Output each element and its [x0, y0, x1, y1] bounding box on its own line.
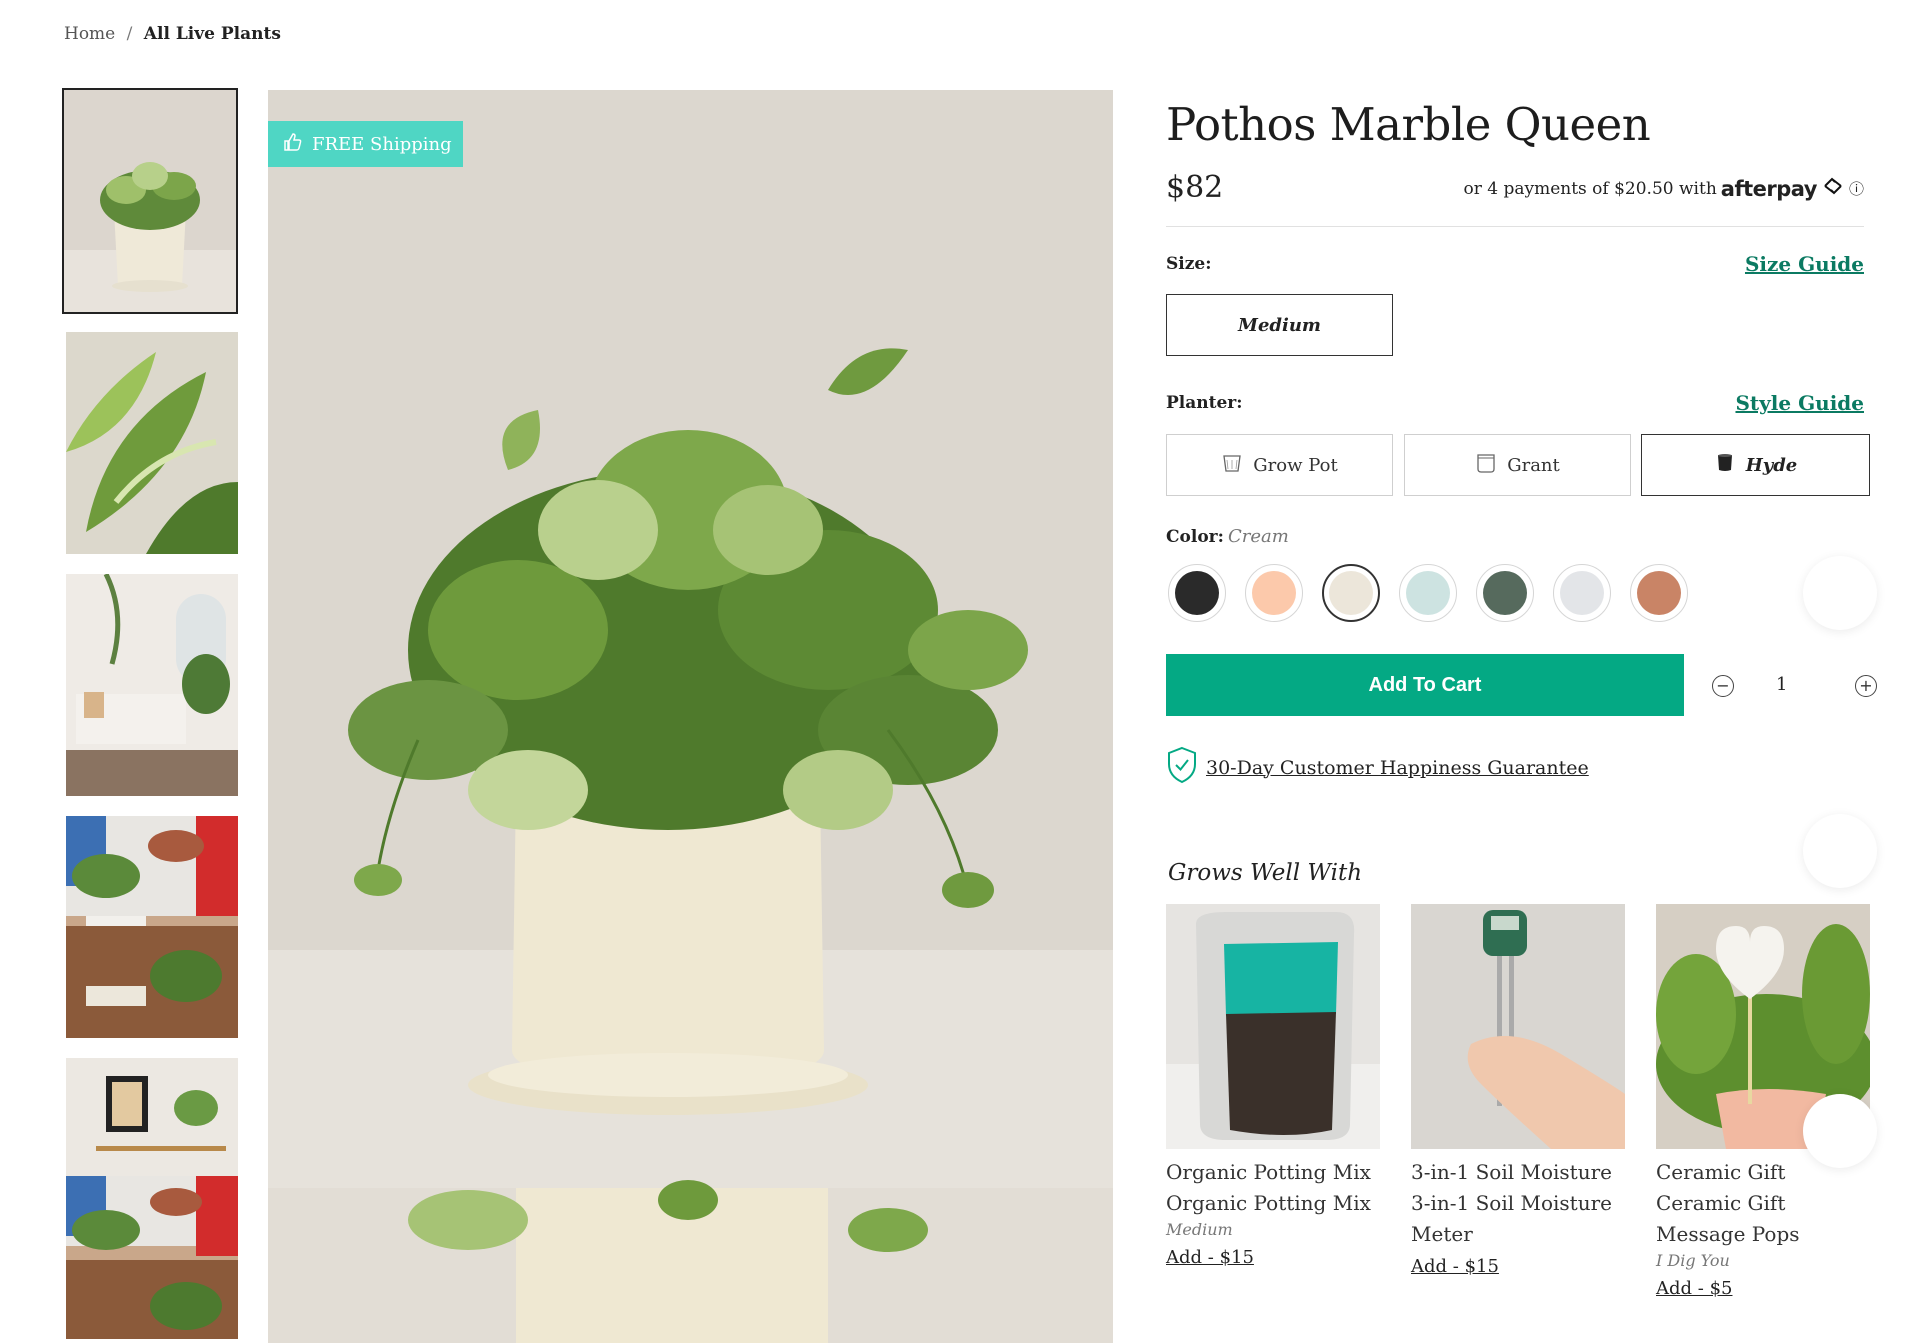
breadcrumb: Home / All Live Plants — [64, 24, 281, 44]
swatch-dot — [1252, 571, 1296, 615]
product-card-name: 3-in-1 Soil Moisture — [1411, 1160, 1612, 1184]
product-card-variant: I Dig You — [1656, 1251, 1730, 1270]
hyde-icon — [1714, 452, 1736, 479]
swatch-dot — [1483, 571, 1527, 615]
color-label: Color: — [1166, 527, 1224, 547]
grow-pot-icon — [1221, 452, 1243, 479]
planter-option-label: Hyde — [1745, 454, 1798, 476]
main-product-image[interactable] — [268, 90, 1113, 1343]
swatch-dot — [1637, 571, 1681, 615]
quantity-value[interactable]: 1 — [1776, 674, 1787, 695]
afterpay-logo: afterpay — [1720, 176, 1818, 201]
minus-icon[interactable]: − — [1712, 675, 1734, 697]
product-card-image[interactable] — [1166, 904, 1380, 1149]
size-label: Size: — [1166, 254, 1212, 274]
color-swatch-mint[interactable] — [1399, 564, 1457, 622]
color-swatch-grey[interactable] — [1553, 564, 1611, 622]
color-swatch-terracotta[interactable] — [1630, 564, 1688, 622]
color-swatch-green[interactable] — [1476, 564, 1534, 622]
planter-option-grant[interactable]: Grant — [1404, 434, 1631, 496]
thumbnail-2[interactable] — [66, 332, 238, 554]
thumbnail-6[interactable] — [66, 1176, 238, 1339]
product-card-image[interactable] — [1411, 904, 1625, 1149]
guarantee-text: 30-Day Customer Happiness Guarantee — [1206, 756, 1589, 779]
color-swatch-black[interactable] — [1168, 564, 1226, 622]
product-card-fullname: Ceramic Gift Message Pops — [1656, 1191, 1800, 1246]
product-card-soil-meter[interactable]: 3-in-1 Soil Moisture 3-in-1 Soil Moistur… — [1411, 904, 1625, 1277]
grows-well-with-title: Grows Well With — [1168, 860, 1363, 886]
color-swatch-blush[interactable] — [1245, 564, 1303, 622]
size-option-label: Medium — [1238, 314, 1321, 336]
color-swatch-cream[interactable] — [1322, 564, 1380, 622]
size-option-medium[interactable]: Medium — [1166, 294, 1393, 356]
swatch-dot — [1175, 571, 1219, 615]
planter-option-label: Grow Pot — [1253, 454, 1338, 476]
divider — [1166, 226, 1864, 227]
afterpay-info: or 4 payments of $20.50 with afterpay ⓘ — [1463, 176, 1864, 201]
thumbnail-4[interactable] — [66, 816, 238, 1038]
add-to-cart-button[interactable]: Add To Cart — [1166, 654, 1684, 716]
floating-widget-button[interactable] — [1803, 556, 1877, 630]
thumbnail-1[interactable] — [62, 88, 238, 314]
grant-icon — [1475, 452, 1497, 479]
breadcrumb-home[interactable]: Home — [64, 24, 115, 44]
thumbnail-3[interactable] — [66, 574, 238, 796]
product-card-variant: Medium — [1166, 1220, 1233, 1239]
planter-option-hyde[interactable]: Hyde — [1641, 434, 1870, 496]
guarantee-link[interactable]: 30-Day Customer Happiness Guarantee — [1166, 746, 1589, 789]
plus-icon[interactable]: + — [1855, 675, 1877, 697]
product-card-name: Organic Potting Mix — [1166, 1160, 1371, 1184]
product-card-add-link[interactable]: Add - $15 — [1411, 1256, 1499, 1277]
free-shipping-badge: FREE Shipping — [268, 121, 463, 167]
breadcrumb-separator: / — [126, 24, 133, 44]
afterpay-text: or 4 payments of $20.50 with — [1463, 178, 1717, 199]
product-card-fullname: Organic Potting Mix — [1166, 1191, 1371, 1215]
planter-option-grow-pot[interactable]: Grow Pot — [1166, 434, 1393, 496]
color-value: Cream — [1228, 526, 1289, 547]
swatch-dot — [1560, 571, 1604, 615]
floating-widget-button[interactable] — [1803, 1094, 1877, 1168]
product-card-add-link[interactable]: Add - $15 — [1166, 1247, 1254, 1268]
info-icon[interactable]: ⓘ — [1849, 178, 1864, 199]
swatch-dot — [1406, 571, 1450, 615]
product-card-potting-mix[interactable]: Organic Potting Mix Organic Potting Mix … — [1166, 904, 1380, 1268]
planter-option-label: Grant — [1507, 454, 1560, 476]
product-card-fullname: 3-in-1 Soil Moisture Meter — [1411, 1191, 1612, 1246]
breadcrumb-current[interactable]: All Live Plants — [144, 24, 281, 44]
thumbnail-5[interactable] — [66, 1058, 238, 1176]
size-guide-link[interactable]: Size Guide — [1745, 252, 1864, 276]
free-shipping-label: FREE Shipping — [312, 133, 452, 155]
style-guide-link[interactable]: Style Guide — [1735, 391, 1864, 415]
product-price: $82 — [1166, 170, 1224, 205]
afterpay-arrows-icon — [1821, 176, 1845, 201]
swatch-dot — [1329, 571, 1373, 615]
floating-widget-button[interactable] — [1803, 814, 1877, 888]
thumbs-up-icon — [282, 132, 302, 157]
product-title: Pothos Marble Queen — [1166, 98, 1651, 151]
shield-check-icon — [1166, 746, 1198, 789]
planter-label: Planter: — [1166, 393, 1243, 413]
product-card-add-link[interactable]: Add - $5 — [1656, 1278, 1732, 1299]
